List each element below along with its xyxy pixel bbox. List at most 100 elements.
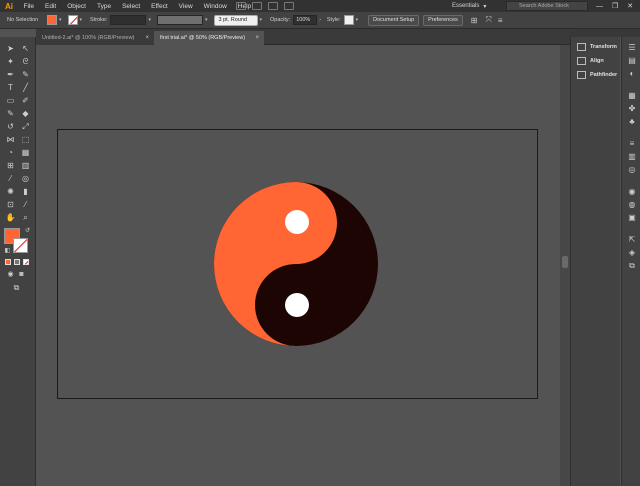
lasso-tool-icon[interactable]: ᘓ bbox=[20, 56, 31, 67]
stroke-panel-icon[interactable]: ≡ bbox=[627, 139, 637, 148]
stock-icon[interactable] bbox=[252, 2, 262, 10]
menu-edit[interactable]: Edit bbox=[39, 3, 61, 10]
document-setup-button[interactable]: Document Setup bbox=[368, 14, 420, 26]
search-input[interactable]: Search Adobe Stock bbox=[506, 1, 588, 11]
graphic-style-swatch[interactable] bbox=[343, 15, 354, 25]
arrange-documents-icon[interactable] bbox=[268, 2, 278, 10]
chevron-down-icon[interactable]: ▾ bbox=[205, 17, 208, 23]
export-icon[interactable]: ⇱ bbox=[627, 235, 637, 244]
chevron-down-icon[interactable]: ▾ bbox=[80, 17, 83, 23]
draw-inside-icon[interactable]: ◙ bbox=[16, 269, 27, 280]
stroke-color-box[interactable] bbox=[13, 238, 28, 253]
transform-options-icon[interactable]: ⤧ bbox=[485, 15, 491, 25]
layers-icon[interactable]: ◈ bbox=[627, 248, 637, 257]
rectangle-tool-icon[interactable]: ▭ bbox=[5, 95, 16, 106]
menu-select[interactable]: Select bbox=[117, 3, 146, 10]
graphic-styles-icon[interactable]: ◍ bbox=[627, 200, 637, 209]
transparency-icon[interactable]: ◎ bbox=[627, 165, 637, 174]
chevron-down-icon[interactable]: ▾ bbox=[59, 17, 62, 23]
paintbrush-tool-icon[interactable]: ✐ bbox=[20, 95, 31, 106]
layers-panel-icon[interactable]: ▣ bbox=[627, 213, 637, 222]
libraries-icon[interactable]: ▤ bbox=[627, 56, 637, 65]
width-tool-icon[interactable]: ⋈ bbox=[5, 134, 16, 145]
align-options-icon[interactable]: ⊞ bbox=[471, 16, 478, 25]
panel-align[interactable]: Align bbox=[577, 55, 604, 67]
stroke-swatch[interactable] bbox=[67, 15, 78, 25]
direct-selection-tool-icon[interactable]: ↖ bbox=[20, 43, 31, 54]
opacity-field[interactable]: 100% bbox=[293, 15, 318, 25]
variable-width-profile[interactable] bbox=[156, 15, 203, 25]
menu-object[interactable]: Object bbox=[62, 3, 92, 10]
eyedropper-tool-icon[interactable]: ⁄ bbox=[5, 173, 16, 184]
mesh-tool-icon[interactable]: ⊞ bbox=[5, 160, 16, 171]
panel-dock-header[interactable] bbox=[570, 29, 640, 37]
line-tool-icon[interactable]: ╱ bbox=[20, 82, 31, 93]
column-graph-tool-icon[interactable]: ▮ bbox=[20, 186, 31, 197]
artboards-icon[interactable]: ⧉ bbox=[627, 261, 637, 270]
chevron-right-icon[interactable]: › bbox=[319, 17, 321, 23]
appearance-icon[interactable]: ◉ bbox=[627, 187, 637, 196]
default-colors-icon[interactable]: ◧ bbox=[2, 246, 13, 257]
screen-mode-icon[interactable]: ⧉ bbox=[11, 282, 22, 293]
type-tool-icon[interactable]: T bbox=[5, 82, 16, 93]
none-mode-icon[interactable] bbox=[23, 259, 29, 265]
pen-tool-icon[interactable]: ✒ bbox=[5, 69, 16, 80]
chevron-down-icon[interactable]: ▾ bbox=[260, 17, 263, 23]
fill-swatch[interactable] bbox=[47, 15, 57, 25]
gradient-panel-icon[interactable]: ▥ bbox=[627, 152, 637, 161]
workspace-switcher[interactable]: Essentials ▾ bbox=[452, 1, 486, 11]
curvature-tool-icon[interactable]: ✎ bbox=[20, 69, 31, 80]
close-icon[interactable]: × bbox=[255, 35, 259, 41]
chevron-down-icon[interactable]: ▾ bbox=[148, 17, 151, 23]
menu-window[interactable]: Window bbox=[198, 3, 232, 10]
hand-tool-icon[interactable]: ✋ bbox=[5, 212, 16, 223]
symbol-sprayer-tool-icon[interactable]: ✺ bbox=[5, 186, 16, 197]
minimize-icon[interactable]: — bbox=[596, 3, 603, 10]
yin-yang-top-dot[interactable] bbox=[285, 210, 309, 234]
scrollbar-thumb[interactable] bbox=[562, 256, 568, 268]
drawing-modes-icon[interactable]: ◉ bbox=[5, 269, 16, 280]
gpu-performance-icon[interactable] bbox=[284, 2, 294, 10]
shape-builder-tool-icon[interactable]: ◔ bbox=[5, 147, 16, 158]
perspective-grid-tool-icon[interactable]: ▦ bbox=[20, 147, 31, 158]
swatches-icon[interactable]: ▦ bbox=[627, 91, 637, 100]
scale-tool-icon[interactable]: ⤢ bbox=[20, 121, 31, 132]
panel-transform[interactable]: Transform bbox=[577, 41, 617, 53]
gradient-mode-icon[interactable] bbox=[14, 259, 20, 265]
symbols-icon[interactable]: ♣ bbox=[627, 117, 637, 126]
menu-file[interactable]: File bbox=[18, 3, 39, 10]
panel-pathfinder[interactable]: Pathfinder bbox=[577, 69, 617, 81]
artboard-tool-icon[interactable]: ⊡ bbox=[5, 199, 16, 210]
brush-definition[interactable]: 3 pt. Round bbox=[213, 14, 258, 26]
zoom-tool-icon[interactable]: ⌕ bbox=[20, 212, 31, 223]
tab-untitled-2[interactable]: Untitled-2.ai* @ 100% (RGB/Preview) × bbox=[36, 31, 154, 45]
close-icon[interactable]: × bbox=[145, 35, 149, 41]
color-mode-icon[interactable] bbox=[5, 259, 11, 265]
free-transform-tool-icon[interactable]: ⬚ bbox=[20, 134, 31, 145]
swap-colors-icon[interactable]: ↺ bbox=[22, 226, 33, 237]
properties-icon[interactable]: ☰ bbox=[627, 43, 637, 52]
menu-effect[interactable]: Effect bbox=[146, 3, 174, 10]
slice-tool-icon[interactable]: ⁄ bbox=[20, 199, 31, 210]
restore-icon[interactable]: ❐ bbox=[612, 2, 618, 10]
shaper-tool-icon[interactable]: ✎ bbox=[5, 108, 16, 119]
brushes-icon[interactable]: ✤ bbox=[627, 104, 637, 113]
color-icon[interactable]: ◐ bbox=[627, 69, 637, 78]
tab-first-trial[interactable]: first trial.ai* @ 50% (RGB/Preview) × bbox=[154, 31, 264, 45]
chevron-down-icon[interactable]: ▾ bbox=[356, 17, 359, 23]
yin-yang-artwork[interactable] bbox=[213, 181, 379, 347]
rotate-tool-icon[interactable]: ↺ bbox=[5, 121, 16, 132]
menu-type[interactable]: Type bbox=[91, 3, 116, 10]
more-options-icon[interactable]: ≡ bbox=[498, 16, 503, 25]
selection-tool-icon[interactable]: ➤ bbox=[5, 43, 16, 54]
blend-tool-icon[interactable]: ◎ bbox=[20, 173, 31, 184]
close-icon[interactable]: ✕ bbox=[627, 2, 633, 10]
preferences-button[interactable]: Preferences bbox=[423, 14, 463, 26]
bridge-icon[interactable] bbox=[236, 2, 246, 10]
stroke-weight-field[interactable] bbox=[110, 15, 147, 25]
eraser-tool-icon[interactable]: ◆ bbox=[20, 108, 31, 119]
magic-wand-icon[interactable]: ✦ bbox=[5, 56, 16, 67]
menu-view[interactable]: View bbox=[173, 3, 198, 10]
yin-yang-bottom-dot[interactable] bbox=[285, 293, 309, 317]
gradient-tool-icon[interactable]: ▥ bbox=[20, 160, 31, 171]
